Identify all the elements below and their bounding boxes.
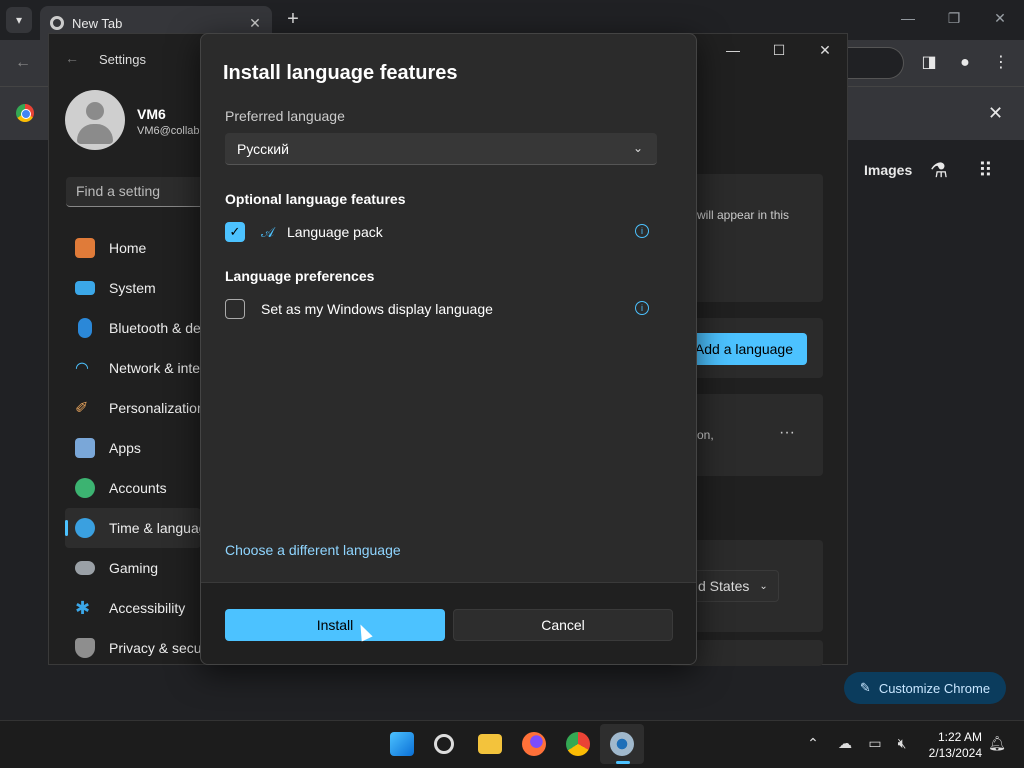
- choose-different-language-link[interactable]: Choose a different language: [225, 542, 401, 558]
- language-pack-icon: 𝒜: [261, 223, 275, 240]
- avatar[interactable]: [65, 90, 125, 150]
- clock-time[interactable]: 1:22 AM: [920, 730, 982, 744]
- settings-window-title: Settings: [99, 52, 146, 67]
- back-arrow-icon[interactable]: ←: [65, 50, 79, 66]
- language-pack-row[interactable]: ✓ 𝒜 Language pack i: [225, 221, 649, 243]
- back-icon[interactable]: ←: [12, 52, 34, 74]
- home-icon: [75, 238, 95, 258]
- search-icon[interactable]: [434, 734, 454, 754]
- sidebar-item-system[interactable]: System: [65, 268, 201, 308]
- dialog-footer: Install Cancel: [201, 582, 696, 664]
- tab-search-button[interactable]: ▾: [6, 7, 32, 33]
- settings-minimize-icon[interactable]: —: [723, 42, 743, 62]
- brush-icon: ✐: [75, 400, 89, 417]
- settings-nav: Home System Bluetooth & devices ◠Network…: [65, 228, 201, 668]
- accessibility-icon: ✱: [75, 598, 91, 618]
- clock-date[interactable]: 2/13/2024: [920, 746, 982, 760]
- close-window-icon[interactable]: ✕: [990, 10, 1010, 30]
- sidebar-item-network[interactable]: ◠Network & internet: [65, 348, 201, 388]
- chrome-logo-icon: [16, 104, 34, 122]
- cancel-button[interactable]: Cancel: [453, 609, 673, 641]
- install-button[interactable]: Install: [225, 609, 445, 641]
- google-apps-icon[interactable]: ⠿: [978, 158, 993, 183]
- new-tab-button[interactable]: +: [282, 8, 304, 30]
- tab-title: New Tab: [72, 15, 123, 31]
- active-app-indicator: [616, 761, 630, 764]
- user-name: VM6: [137, 106, 166, 122]
- start-icon[interactable]: [390, 732, 414, 756]
- file-explorer-icon[interactable]: [478, 734, 502, 754]
- region-select[interactable]: d States ⌄: [689, 570, 779, 602]
- sidebar-item-accounts[interactable]: Accounts: [65, 468, 201, 508]
- preferred-language-select[interactable]: Русский ⌄: [225, 133, 657, 165]
- display-language-checkbox[interactable]: [225, 299, 245, 319]
- pencil-icon: ✎: [859, 680, 871, 695]
- user-email: VM6@collab: [137, 125, 200, 137]
- firefox-icon[interactable]: [522, 732, 546, 756]
- images-link[interactable]: Images: [864, 162, 912, 178]
- add-a-language-button[interactable]: Add a language: [689, 333, 807, 365]
- chevron-down-icon: ⌄: [632, 141, 643, 155]
- chevron-down-icon: ▾: [15, 13, 23, 27]
- apps-icon: [75, 438, 95, 458]
- info-icon[interactable]: i: [635, 224, 649, 238]
- cloud-icon[interactable]: ☁: [836, 735, 854, 753]
- restore-icon[interactable]: ❐: [944, 10, 964, 30]
- notification-bell-icon[interactable]: 🔔︎: [988, 735, 1006, 753]
- sidebar-item-gaming[interactable]: Gaming: [65, 548, 201, 588]
- dialog-title: Install language features: [223, 62, 458, 84]
- bluetooth-icon: [78, 318, 92, 338]
- gamepad-icon: [75, 561, 95, 575]
- sidebar-item-privacy[interactable]: Privacy & security: [65, 628, 201, 668]
- optional-features-heading: Optional language features: [225, 191, 406, 207]
- bg-text-on: on,: [697, 428, 714, 442]
- wifi-icon: ◠: [75, 360, 89, 377]
- preferred-language-label: Preferred language: [225, 108, 345, 124]
- find-setting-input[interactable]: Find a setting: [66, 177, 206, 207]
- sidebar-item-time-language[interactable]: Time & language: [65, 508, 201, 548]
- chrome-icon[interactable]: [566, 732, 590, 756]
- sidebar-item-apps[interactable]: Apps: [65, 428, 201, 468]
- labs-flask-icon[interactable]: ⚗: [930, 158, 948, 183]
- sidebar-item-home[interactable]: Home: [65, 228, 201, 268]
- display-language-label: Set as my Windows display language: [261, 301, 493, 317]
- chrome-favicon-icon: [50, 16, 64, 30]
- language-preferences-heading: Language preferences: [225, 268, 375, 284]
- minimize-icon[interactable]: —: [898, 10, 918, 30]
- sidebar-item-personalization[interactable]: ✐ Personalization: [65, 388, 201, 428]
- shield-icon: [75, 638, 95, 658]
- language-pack-label: Language pack: [287, 224, 383, 240]
- settings-close-icon[interactable]: ✕: [815, 42, 835, 62]
- customize-chrome-label: Customize Chrome: [878, 680, 991, 696]
- network-icon[interactable]: ▭: [866, 735, 884, 753]
- preferred-language-value: Русский: [237, 140, 289, 157]
- close-bar-icon[interactable]: ✕: [988, 103, 1003, 124]
- accounts-icon: [75, 478, 95, 498]
- menu-icon[interactable]: ⋮: [990, 52, 1012, 74]
- settings-maximize-icon[interactable]: ☐: [769, 42, 789, 62]
- customize-chrome-button[interactable]: ✎ Customize Chrome: [844, 672, 1006, 704]
- chevron-down-icon: ⌄: [759, 580, 768, 592]
- globe-icon: [75, 518, 95, 538]
- sidebar-item-accessibility[interactable]: ✱ Accessibility: [65, 588, 201, 628]
- sidebar-item-bluetooth[interactable]: Bluetooth & devices: [65, 308, 201, 348]
- display-language-row[interactable]: Set as my Windows display language i: [225, 298, 649, 320]
- profile-icon[interactable]: ●: [954, 52, 976, 74]
- install-language-dialog: Install language features Preferred lang…: [200, 33, 697, 665]
- language-pack-checkbox[interactable]: ✓: [225, 222, 245, 242]
- chevron-up-icon[interactable]: ⌃: [804, 735, 822, 753]
- system-icon: [75, 281, 95, 295]
- bg-text-appear: will appear in this: [697, 208, 790, 222]
- more-options-icon[interactable]: ···: [779, 424, 795, 442]
- settings-icon[interactable]: [610, 732, 634, 756]
- omnibox[interactable]: [846, 47, 904, 79]
- volume-muted-icon[interactable]: 🔇︎: [893, 735, 911, 753]
- side-panel-icon[interactable]: ◨: [918, 52, 940, 74]
- info-icon[interactable]: i: [635, 301, 649, 315]
- close-tab-icon[interactable]: ✕: [246, 15, 264, 32]
